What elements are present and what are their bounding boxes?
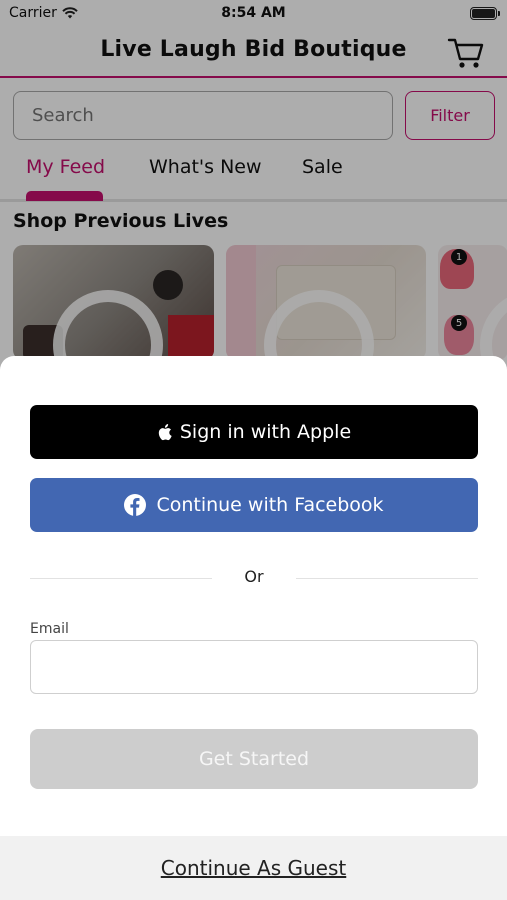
apple-icon <box>158 424 172 441</box>
apple-button-label: Sign in with Apple <box>179 421 352 443</box>
facebook-button-label: Continue with Facebook <box>156 494 384 516</box>
guest-bar: Continue As Guest <box>0 836 507 900</box>
email-field[interactable] <box>30 640 478 694</box>
email-label: Email <box>30 621 69 637</box>
sign-in-sheet: Sign in with Apple Continue with Faceboo… <box>0 356 507 900</box>
divider-line <box>296 578 478 579</box>
continue-with-facebook-button[interactable]: Continue with Facebook <box>30 478 478 532</box>
or-label: Or <box>244 567 264 586</box>
or-divider: Or <box>30 567 478 589</box>
continue-as-guest-link[interactable]: Continue As Guest <box>161 856 347 900</box>
facebook-icon <box>124 494 147 516</box>
sign-in-with-apple-button[interactable]: Sign in with Apple <box>30 405 478 459</box>
get-started-button[interactable]: Get Started <box>30 729 478 789</box>
